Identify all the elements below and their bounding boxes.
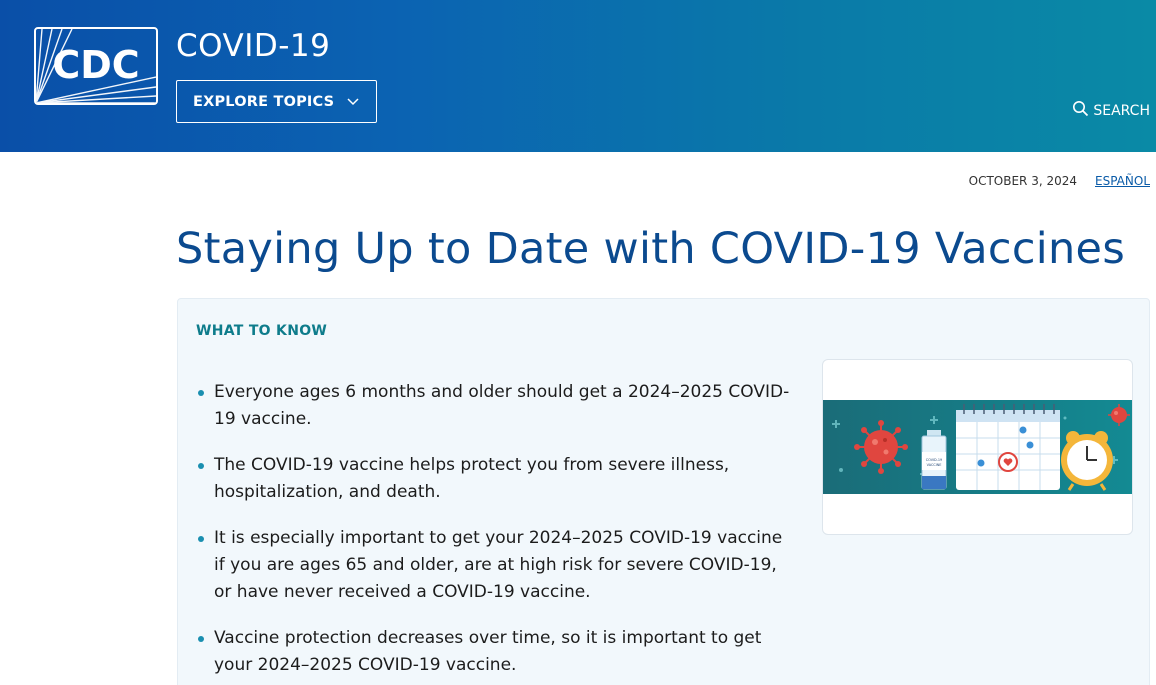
- svg-text:COVID-19: COVID-19: [926, 458, 942, 462]
- site-title[interactable]: COVID-19: [176, 28, 330, 64]
- search-button[interactable]: SEARCH: [1072, 100, 1150, 121]
- what-to-know-list: Everyone ages 6 months and older should …: [196, 379, 796, 685]
- bullet-icon: [198, 536, 204, 542]
- list-item: The COVID-19 vaccine helps protect you f…: [196, 452, 796, 506]
- bullet-icon: [198, 463, 204, 469]
- list-item-text: Everyone ages 6 months and older should …: [214, 382, 790, 429]
- calendar-icon: [956, 404, 1060, 490]
- list-item-text: It is especially important to get your 2…: [214, 528, 783, 602]
- what-to-know-card: WHAT TO KNOW Everyone ages 6 months and …: [177, 298, 1150, 685]
- cdc-logo[interactable]: CDC: [34, 27, 158, 105]
- search-icon: [1072, 100, 1089, 121]
- publish-date: OCTOBER 3, 2024: [968, 174, 1078, 188]
- explore-topics-label: EXPLORE TOPICS: [193, 93, 335, 110]
- list-item: It is especially important to get your 2…: [196, 525, 796, 606]
- vaccine-vial-icon: COVID-19 VACCINE: [921, 430, 947, 490]
- chevron-down-icon: [346, 94, 360, 113]
- explore-topics-button[interactable]: EXPLORE TOPICS: [176, 80, 377, 123]
- what-to-know-heading: WHAT TO KNOW: [196, 323, 328, 339]
- cdc-logo-mark: CDC: [36, 29, 156, 103]
- virus-icon: [854, 420, 908, 474]
- illustration-card: COVID-19 VACCINE: [822, 359, 1133, 535]
- search-label: SEARCH: [1093, 102, 1150, 119]
- page-title: Staying Up to Date with COVID-19 Vaccine…: [176, 224, 1126, 274]
- list-item: Vaccine protection decreases over time, …: [196, 625, 796, 679]
- list-item: Everyone ages 6 months and older should …: [196, 379, 796, 433]
- vaccine-calendar-illustration: COVID-19 VACCINE: [823, 400, 1132, 494]
- list-item-text: The COVID-19 vaccine helps protect you f…: [214, 455, 730, 502]
- svg-text:VACCINE: VACCINE: [927, 463, 942, 467]
- bullet-icon: [198, 636, 204, 642]
- page-meta: OCTOBER 3, 2024 ESPAÑOL: [969, 174, 1150, 188]
- espanol-link[interactable]: ESPAÑOL: [1095, 174, 1150, 188]
- logo-text: CDC: [52, 43, 139, 87]
- site-header: CDC COVID-19 EXPLORE TOPICS SEARCH: [0, 0, 1156, 152]
- list-item-text: Vaccine protection decreases over time, …: [214, 628, 762, 675]
- bullet-icon: [198, 390, 204, 396]
